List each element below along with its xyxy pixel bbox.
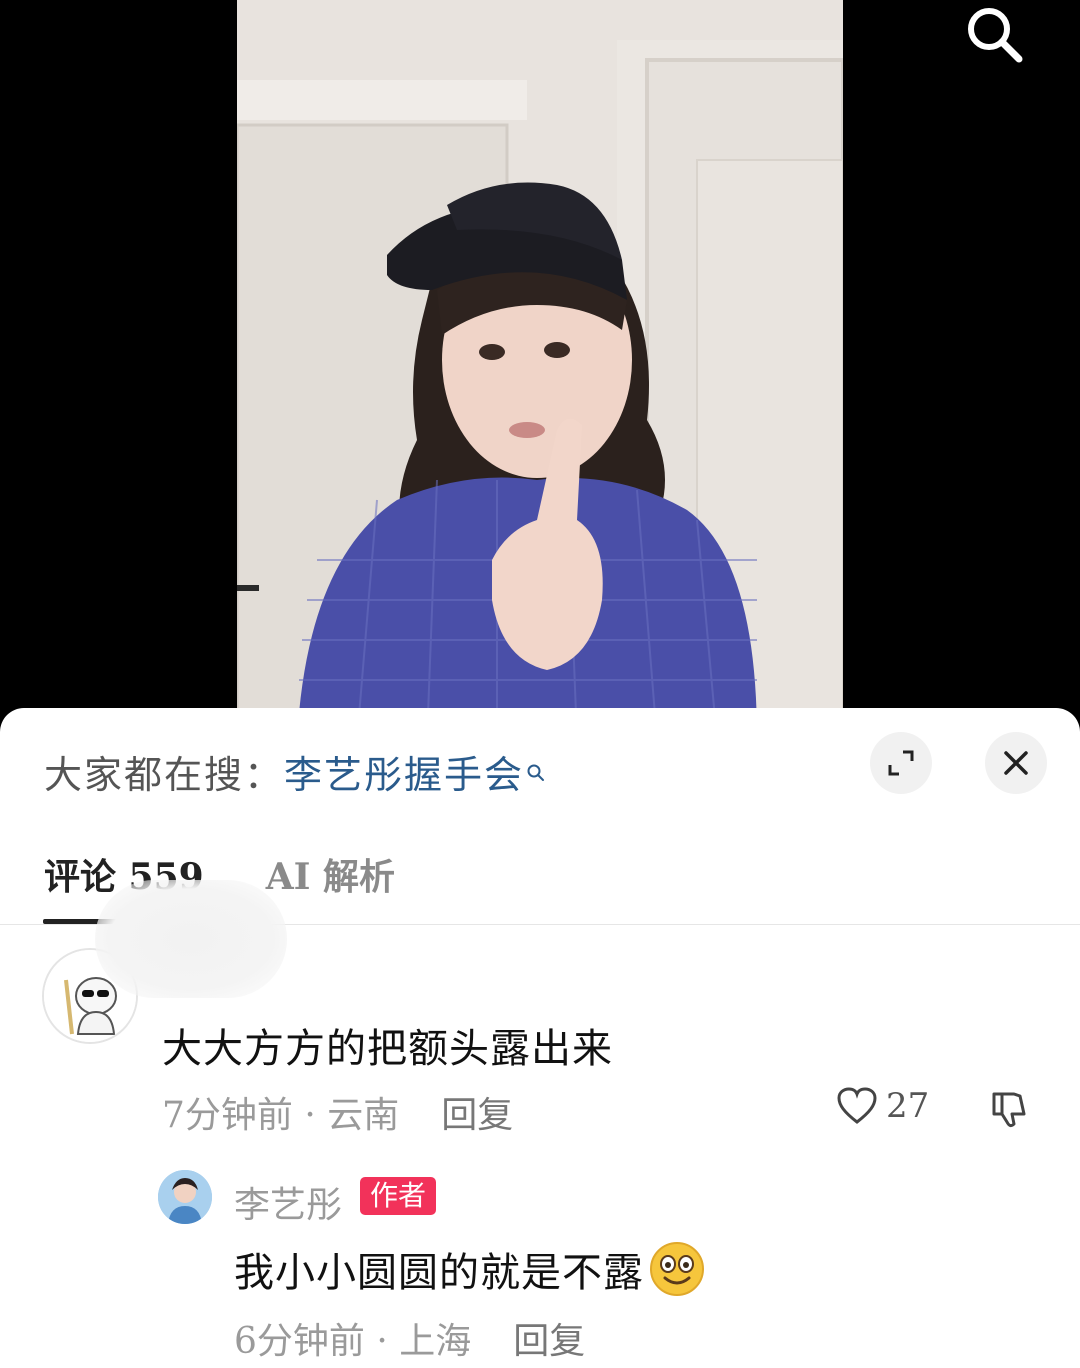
author-badge: 作者 <box>360 1177 437 1215</box>
like-button[interactable]: 27 <box>836 1086 929 1126</box>
reply-comment: 我小小圆圆的就是不露 <box>234 1240 706 1298</box>
reply-meta: 6分钟前 · 上海 回复 <box>234 1312 585 1364</box>
search-button[interactable] <box>955 0 1035 70</box>
close-icon <box>1004 751 1028 775</box>
thumbs-down-icon <box>992 1092 1026 1128</box>
hot-search-keyword[interactable]: 李艺彤握手会 <box>284 753 524 797</box>
reply-location: 上海 <box>399 1321 472 1362</box>
comment-meta: 7分钟前 · 云南 回复 <box>162 1086 513 1138</box>
redacted-username <box>95 880 287 998</box>
comment-text: 大大方方的把额头露出来 <box>162 1026 613 1072</box>
tab-ai-analysis[interactable]: AI 解析 <box>266 848 395 900</box>
author-username[interactable]: 李艺彤 <box>234 1176 342 1228</box>
comment-sheet: 大家都在搜：李艺彤握手会 评论 559 AI 解析 大大方方的把额头露出来 7分 <box>0 708 1080 1368</box>
close-button[interactable] <box>985 732 1047 794</box>
heart-icon <box>837 1087 877 1124</box>
author-avatar[interactable] <box>158 1170 212 1224</box>
meta-separator: · <box>292 1095 328 1136</box>
meta-separator: · <box>364 1321 400 1362</box>
reply-text: 我小小圆圆的就是不露 <box>234 1250 644 1296</box>
expand-icon <box>888 750 914 776</box>
video-player[interactable] <box>0 0 1080 740</box>
hot-search-bar: 大家都在搜：李艺彤握手会 <box>44 744 546 799</box>
smiling-emoji-icon <box>648 1240 706 1298</box>
reply-button[interactable]: 回复 <box>513 1321 585 1362</box>
comment-location: 云南 <box>327 1095 400 1136</box>
dislike-button[interactable] <box>988 1088 1030 1130</box>
hot-search-prefix: 大家都在搜： <box>44 753 285 797</box>
expand-button[interactable] <box>870 732 932 794</box>
comment-time: 7分钟前 <box>162 1095 293 1136</box>
keyword-search-icon <box>526 748 546 792</box>
video-still-image <box>237 0 843 740</box>
user-avatar-icon <box>158 1170 212 1224</box>
video-frame[interactable] <box>237 0 843 740</box>
reply-button[interactable]: 回复 <box>441 1095 513 1136</box>
like-count: 27 <box>886 1086 930 1126</box>
search-icon <box>968 8 1023 63</box>
reply-time: 6分钟前 <box>234 1321 365 1362</box>
